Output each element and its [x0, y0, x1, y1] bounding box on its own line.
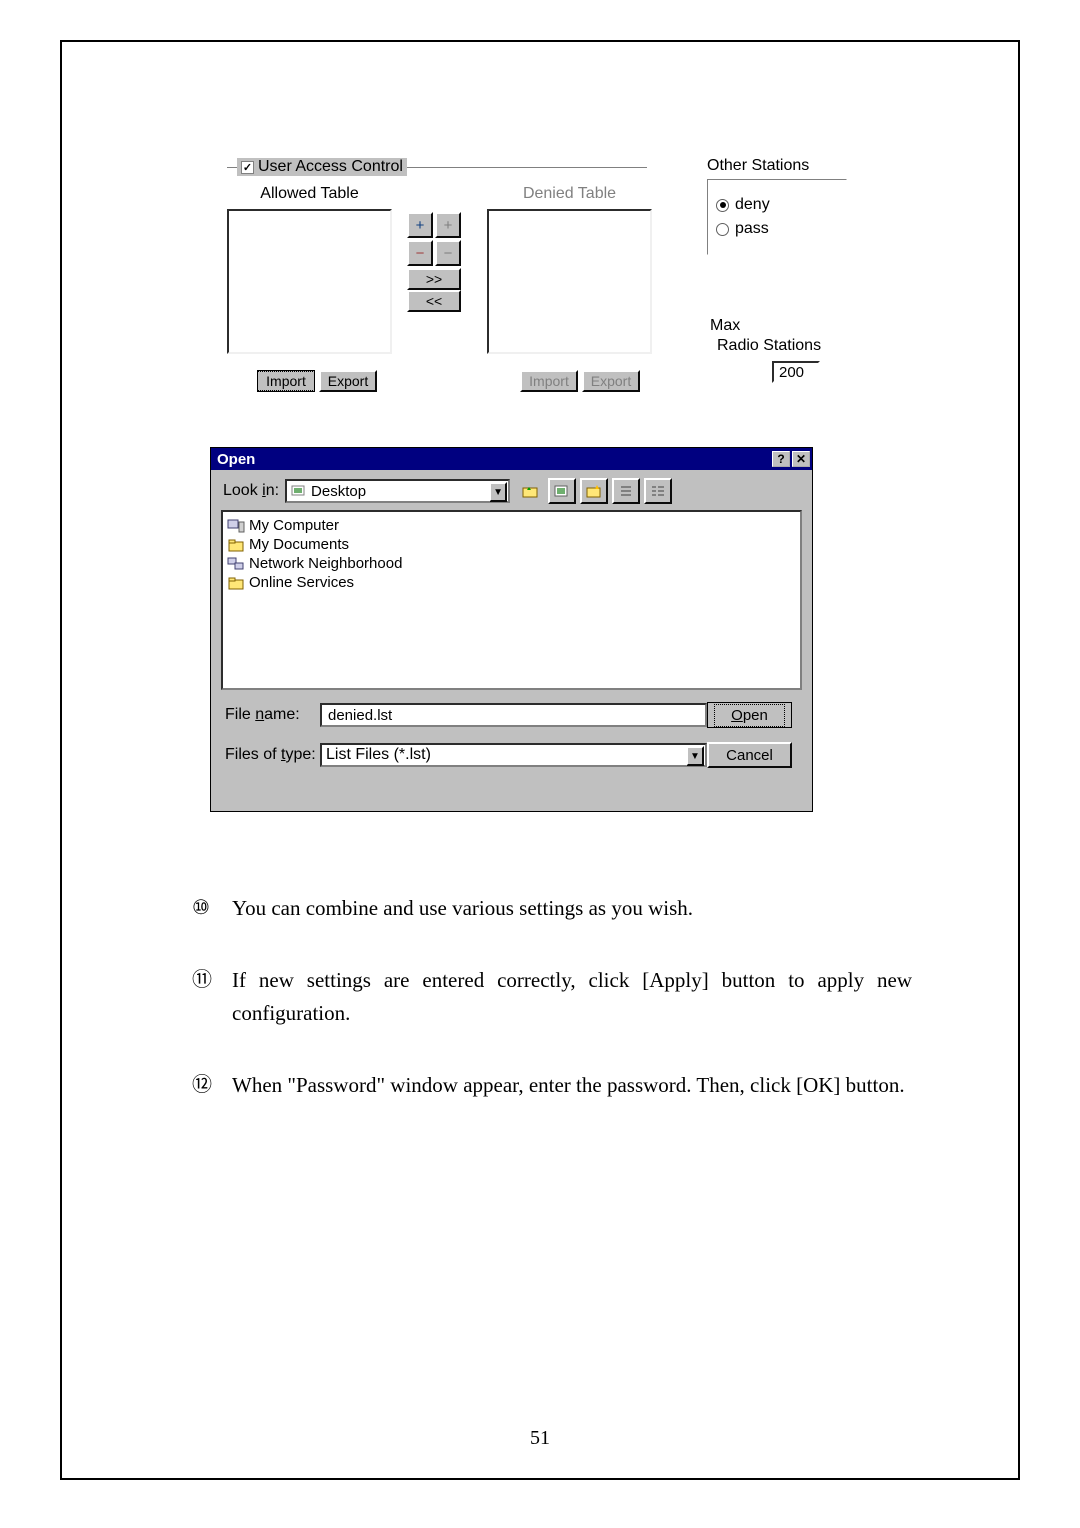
body-text: ⑩ You can combine and use various settin… [192, 892, 912, 1140]
checkbox-icon[interactable]: ✓ [241, 161, 254, 174]
enum-text: If new settings are entered correctly, c… [232, 964, 912, 1031]
help-icon[interactable]: ? [772, 451, 790, 467]
close-icon[interactable]: ✕ [792, 451, 810, 467]
denied-export-button[interactable]: Export [582, 370, 640, 392]
filename-label: File name: [225, 706, 320, 724]
allowed-table-listbox[interactable] [227, 209, 392, 354]
other-stations-legend: Other Stations [707, 157, 847, 175]
list-view-icon[interactable] [612, 478, 640, 504]
add-allowed-button[interactable]: + [407, 212, 433, 238]
allowed-table-title: Allowed Table [227, 185, 392, 203]
radio-icon [716, 223, 729, 236]
radio-deny[interactable]: deny [716, 196, 838, 214]
allowed-export-button[interactable]: Export [319, 370, 377, 392]
dialog-title: Open [217, 451, 255, 468]
remove-denied-button[interactable]: − [435, 240, 461, 266]
uac-checkbox-label: User Access Control [258, 158, 403, 176]
computer-icon [227, 518, 245, 534]
file-list[interactable]: My Computer My Documents Network Neighbo… [221, 510, 802, 690]
list-item[interactable]: Online Services [227, 573, 796, 592]
details-view-icon[interactable] [644, 478, 672, 504]
allowed-import-button[interactable]: Import [257, 370, 315, 392]
denied-table-title: Denied Table [487, 185, 652, 203]
look-in-dropdown[interactable]: Desktop ▼ [285, 479, 510, 503]
new-folder-icon[interactable] [580, 478, 608, 504]
move-left-button[interactable]: << [407, 290, 461, 312]
add-denied-button[interactable]: + [435, 212, 461, 238]
denied-table-listbox[interactable] [487, 209, 652, 354]
enum-marker: ⑪ [192, 964, 222, 1031]
open-button[interactable]: Open [707, 702, 792, 728]
folder-icon [227, 537, 245, 553]
desktop-icon [291, 483, 307, 499]
uac-checkbox-row[interactable]: ✓ User Access Control [237, 158, 407, 176]
list-item[interactable]: Network Neighborhood [227, 554, 796, 573]
denied-import-button[interactable]: Import [520, 370, 578, 392]
show-desktop-icon[interactable] [548, 478, 576, 504]
max-radio-stations-input[interactable] [772, 361, 820, 383]
move-right-button[interactable]: >> [407, 268, 461, 290]
filename-input[interactable] [320, 703, 707, 727]
list-item[interactable]: My Documents [227, 535, 796, 554]
filetype-label: Files of type: [225, 746, 320, 764]
filetype-dropdown[interactable]: List Files (*.lst) ▼ [320, 743, 707, 767]
user-access-control-panel: ✓ User Access Control Allowed Table Deni… [227, 157, 852, 402]
page-number: 51 [62, 1427, 1018, 1450]
up-one-level-icon[interactable] [516, 478, 544, 504]
network-icon [227, 556, 245, 572]
enum-text: When "Password" window appear, enter the… [232, 1069, 912, 1103]
chevron-down-icon[interactable]: ▼ [489, 482, 507, 502]
open-dialog: Open ? ✕ Look in: Desktop ▼ [210, 447, 813, 812]
remove-allowed-button[interactable]: − [407, 240, 433, 266]
list-item[interactable]: My Computer [227, 516, 796, 535]
radio-icon [716, 199, 729, 212]
max-label: Max [710, 317, 740, 335]
chevron-down-icon[interactable]: ▼ [686, 746, 704, 766]
cancel-button[interactable]: Cancel [707, 742, 792, 768]
enum-text: You can combine and use various settings… [232, 892, 912, 926]
folder-icon [227, 575, 245, 591]
look-in-label: Look in: [223, 482, 279, 500]
enum-marker: ⑫ [192, 1069, 222, 1103]
max-radio-stations-label: Radio Stations [717, 337, 821, 355]
enum-marker: ⑩ [192, 892, 222, 926]
radio-pass[interactable]: pass [716, 220, 838, 238]
